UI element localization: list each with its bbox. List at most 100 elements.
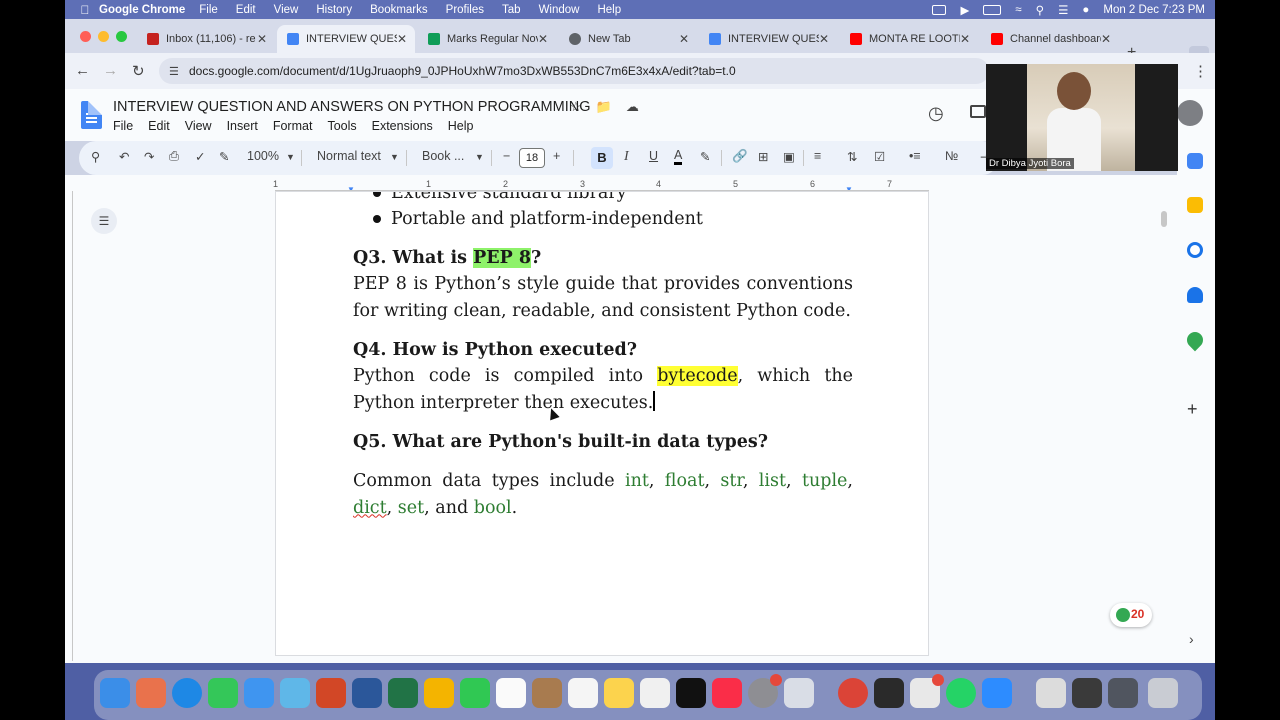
minimize-window-button[interactable] [98,31,109,42]
tab-youtube-monta[interactable]: MONTA RE LOOTE ✕ [840,25,978,53]
maps-dock-icon[interactable] [280,678,310,708]
italic-button[interactable]: I [624,149,629,165]
star-icon[interactable]: ☆ [570,99,582,115]
davinci-icon[interactable] [874,678,904,708]
site-info-icon[interactable]: ☰ [169,65,179,78]
forward-icon[interactable]: → [103,62,118,79]
document-page[interactable]: Extensive standard library Portable and … [275,191,929,656]
avatar[interactable] [1177,100,1203,126]
notes-icon[interactable] [604,678,634,708]
cloud-status-icon[interactable]: ☁ [626,99,639,115]
increase-font-icon[interactable]: + [553,149,560,163]
whatsapp-icon[interactable] [946,678,976,708]
print-icon[interactable]: ⎙ [169,149,179,164]
app-name[interactable]: Google Chrome [99,4,185,16]
menu-window[interactable]: Window [539,4,580,16]
contacts-dock-icon[interactable] [532,678,562,708]
close-tab-icon[interactable]: ✕ [1101,32,1111,46]
finder-icon[interactable] [100,678,130,708]
chevron-down-icon[interactable]: ▼ [286,152,295,162]
menu-edit[interactable]: Edit [236,4,256,16]
omnibox[interactable]: ☰ docs.google.com/document/d/1UgJruaoph9… [159,58,989,84]
search-menus-icon[interactable]: ⚲ [91,149,100,164]
app-store-icon[interactable] [910,674,944,708]
mail-icon[interactable] [244,678,274,708]
paint-format-icon[interactable]: ✎ [219,149,229,164]
checklist-icon[interactable]: ☑ [874,149,885,164]
back-icon[interactable]: ← [75,62,90,79]
wifi-icon[interactable]: ≈ [1015,4,1021,16]
menu-profiles[interactable]: Profiles [446,4,484,16]
word-icon[interactable] [352,678,382,708]
add-comment-icon[interactable]: ⊞ [758,149,768,164]
music-icon[interactable] [712,678,742,708]
get-addons-icon[interactable]: + [1187,399,1198,420]
menu-history[interactable]: History [316,4,352,16]
trash-icon[interactable] [1148,678,1178,708]
zoom-select[interactable]: 100% [247,149,279,163]
documents-stack-icon[interactable] [1072,678,1102,708]
photos-icon[interactable] [424,678,454,708]
close-tab-icon[interactable]: ✕ [538,32,548,46]
menu-view[interactable]: View [274,4,299,16]
menu-tab[interactable]: Tab [502,4,521,16]
numbered-list-icon[interactable]: № [945,149,958,163]
search-icon[interactable]: ⚲ [1036,3,1044,17]
zoom-icon[interactable] [982,678,1012,708]
chevron-down-icon[interactable]: ▼ [475,152,484,162]
control-center-icon[interactable]: ☰ [1058,3,1068,17]
reminders-icon[interactable] [568,678,598,708]
zoom-window-button[interactable] [116,31,127,42]
screenshots-stack-icon[interactable] [1108,678,1138,708]
document-outline-button[interactable]: ☰ [91,208,117,234]
bold-button[interactable]: B [591,147,613,169]
docs-menu-edit[interactable]: Edit [148,119,170,133]
menu-bookmarks[interactable]: Bookmarks [370,4,428,16]
apple-tv-icon[interactable] [676,678,706,708]
siri-icon[interactable]: ● [1082,4,1089,16]
align-icon[interactable]: ≡ [814,149,821,163]
docs-logo-icon[interactable] [81,101,102,129]
powerpoint-icon[interactable] [316,678,346,708]
text-color-button[interactable]: A [674,149,683,165]
tab-interview-doc-2[interactable]: INTERVIEW QUESTI ✕ [699,25,837,53]
style-select[interactable]: Normal text [317,149,381,163]
safari-icon[interactable] [172,678,202,708]
keep-icon[interactable] [1187,197,1203,213]
line-spacing-icon[interactable]: ⇅ [847,149,857,164]
close-window-button[interactable] [80,31,91,42]
launchpad-icon[interactable] [136,678,166,708]
horizontal-ruler[interactable]: 1 1 2 3 4 5 6 7 ▼ ▼ [273,179,929,194]
document-body[interactable]: Extensive standard library Portable and … [353,192,853,521]
docs-menu-format[interactable]: Format [273,119,313,133]
docs-menu-view[interactable]: View [185,119,212,133]
spellcheck-icon[interactable]: ✓ [195,149,205,164]
chrome-menu-icon[interactable]: ⋮ [1193,62,1208,80]
preview-icon[interactable] [784,678,814,708]
docs-menu-file[interactable]: File [113,119,133,133]
explore-button[interactable]: 20 [1110,603,1152,627]
tab-new-tab[interactable]: New Tab ✕ [559,25,697,53]
highlight-icon[interactable]: ✎ [700,149,710,164]
close-tab-icon[interactable]: ✕ [819,32,829,46]
freeform-icon[interactable] [640,678,670,708]
system-settings-icon[interactable] [748,674,782,708]
font-select[interactable]: Book ... [422,149,464,163]
battery-icon[interactable] [983,4,1002,15]
messages-icon[interactable] [208,678,238,708]
contacts-icon[interactable] [1187,287,1203,303]
font-size-input[interactable]: 18 [519,148,545,168]
link-icon[interactable]: 🔗 [732,149,748,164]
play-icon[interactable]: ▶ [960,3,969,17]
docs-menu-insert[interactable]: Insert [227,119,258,133]
tasks-icon[interactable] [1187,242,1203,258]
calendar-dock-icon[interactable] [496,678,526,708]
datetime[interactable]: Mon 2 Dec 7:23 PM [1103,4,1205,16]
scrollbar-thumb[interactable] [1161,211,1167,227]
decrease-font-icon[interactable]: − [503,149,510,163]
tab-channel-dashboard[interactable]: Channel dashboard ✕ [981,25,1119,53]
close-tab-icon[interactable]: ✕ [960,32,970,46]
tab-gmail[interactable]: Inbox (11,106) - re ✕ [137,25,275,53]
move-folder-icon[interactable]: 📁 [596,99,612,115]
chrome-dock-icon[interactable] [838,678,868,708]
